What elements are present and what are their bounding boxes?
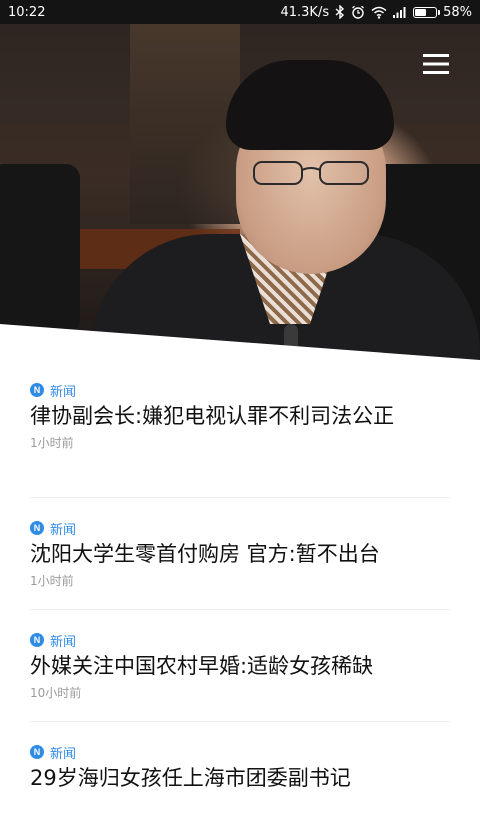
network-speed: 41.3K/s <box>280 4 330 20</box>
news-category-icon: N <box>30 383 44 397</box>
alarm-icon <box>351 5 365 19</box>
news-item[interactable]: N 新闻 外媒关注中国农村早婚:适龄女孩稀缺 10小时前 <box>30 610 450 722</box>
status-bar: 10:22 41.3K/s 58% <box>0 0 480 24</box>
news-item[interactable]: N 新闻 律协副会长:嫌犯电视认罪不利司法公正 1小时前 <box>30 360 450 498</box>
news-category: N 新闻 <box>30 518 450 538</box>
hero-background <box>130 24 240 224</box>
status-time: 10:22 <box>8 4 46 20</box>
battery-icon <box>413 6 441 18</box>
bluetooth-icon <box>335 5 345 19</box>
hamburger-menu-icon <box>423 54 449 74</box>
news-title[interactable]: 律协副会长:嫌犯电视认罪不利司法公正 <box>30 402 450 430</box>
news-category: N 新闻 <box>30 630 450 650</box>
hamburger-menu-button[interactable] <box>414 44 458 84</box>
news-item[interactable]: N 新闻 29岁海归女孩任上海市团委副书记 <box>30 722 450 834</box>
news-time: 10小时前 <box>30 686 82 700</box>
hero-image[interactable] <box>0 24 480 360</box>
news-category-icon: N <box>30 745 44 759</box>
news-category: N 新闻 <box>30 380 450 400</box>
news-time: 1小时前 <box>30 574 74 588</box>
news-category: N 新闻 <box>30 742 450 762</box>
hero-microphone <box>284 324 298 360</box>
news-category-label: 新闻 <box>50 384 77 400</box>
news-category-icon: N <box>30 521 44 535</box>
news-list: N 新闻 律协副会长:嫌犯电视认罪不利司法公正 1小时前 N 新闻 沈阳大学生零… <box>0 360 480 834</box>
news-category-label: 新闻 <box>50 634 77 650</box>
news-title[interactable]: 外媒关注中国农村早婚:适龄女孩稀缺 <box>30 652 450 680</box>
hero-person-glasses <box>253 161 369 185</box>
news-title[interactable]: 29岁海归女孩任上海市团委副书记 <box>30 764 450 792</box>
news-category-label: 新闻 <box>50 746 77 762</box>
signal-icon <box>393 6 407 18</box>
hero-chair-left <box>0 164 80 334</box>
news-item[interactable]: N 新闻 沈阳大学生零首付购房 官方:暂不出台 1小时前 <box>30 498 450 610</box>
battery-percent: 58% <box>443 4 472 20</box>
news-category-icon: N <box>30 633 44 647</box>
news-category-label: 新闻 <box>50 522 77 538</box>
news-title[interactable]: 沈阳大学生零首付购房 官方:暂不出台 <box>30 540 450 568</box>
news-time: 1小时前 <box>30 436 74 450</box>
wifi-icon <box>371 6 387 19</box>
status-icons: 41.3K/s 58% <box>280 5 472 20</box>
hero-person-hair <box>226 60 394 150</box>
battery-fill <box>415 8 427 16</box>
